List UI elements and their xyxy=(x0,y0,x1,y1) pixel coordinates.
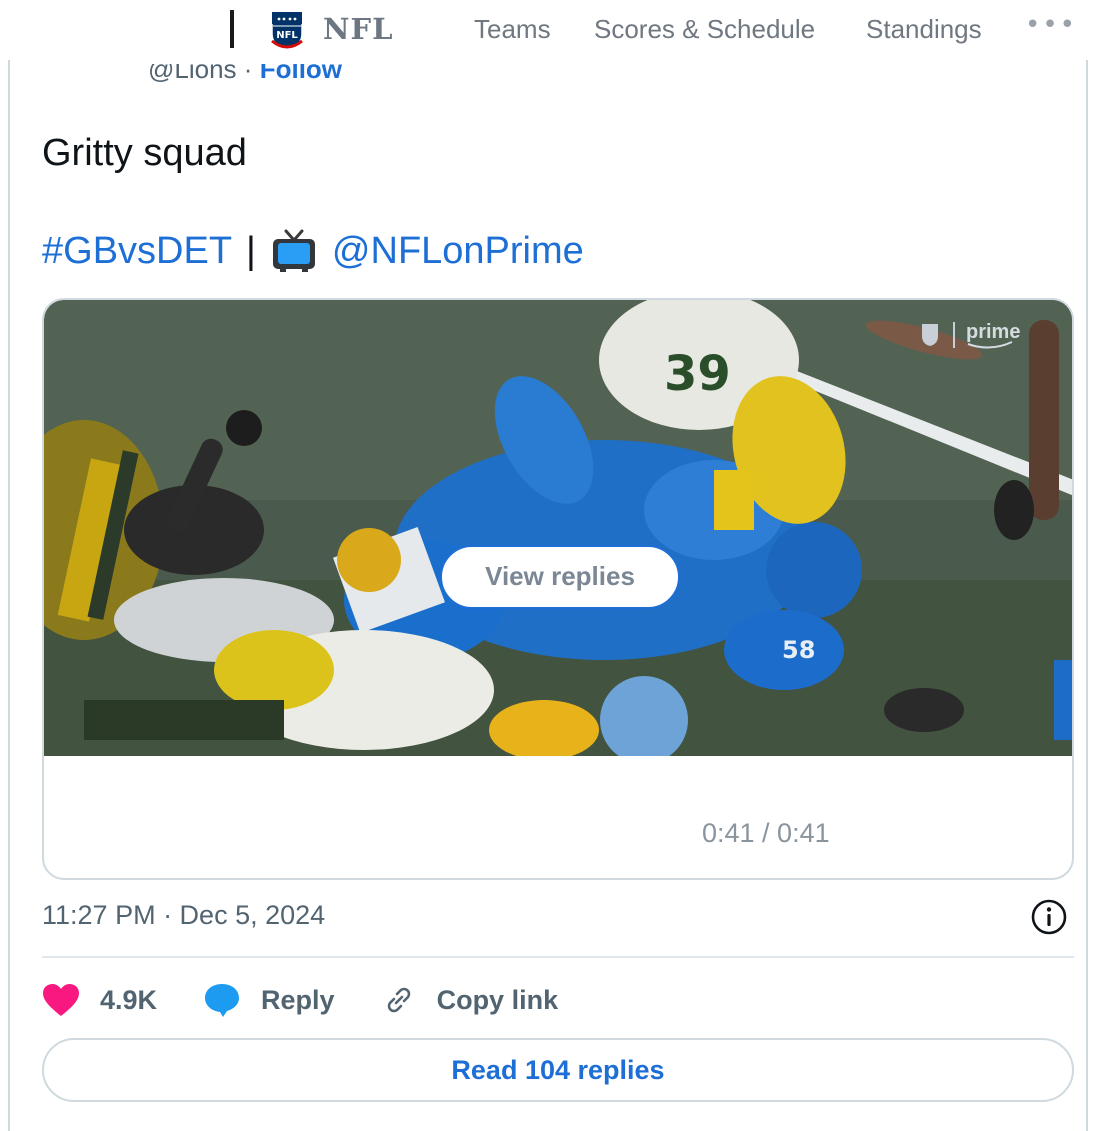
tweet-timestamp[interactable]: 11:27 PM · Dec 5, 2024 xyxy=(42,900,325,931)
link-icon xyxy=(387,987,410,1013)
reply-bubble-icon xyxy=(205,984,240,1017)
read-replies-button[interactable]: Read 104 replies xyxy=(42,1038,1074,1102)
jersey-number-39: 39 xyxy=(664,346,731,402)
pipe-separator: | xyxy=(246,229,256,272)
reply-label: Reply xyxy=(261,984,335,1015)
video-player[interactable]: 39 58 prime View replies xyxy=(44,300,1072,756)
handle-separator: · xyxy=(243,64,253,84)
video-duration: 0:41 / 0:41 xyxy=(702,818,830,848)
reply-button[interactable]: Reply xyxy=(203,982,335,1018)
divider xyxy=(42,956,1074,958)
jersey-number-58: 58 xyxy=(782,636,815,664)
like-count: 4.9K xyxy=(100,984,158,1015)
heart-icon xyxy=(43,984,79,1016)
tweet-hashtag-line: #GBvsDET | @NFLonPrime xyxy=(42,228,584,274)
like-button[interactable]: 4.9K xyxy=(42,983,157,1017)
nav-link-scores-schedule[interactable]: Scores & Schedule xyxy=(594,14,815,45)
view-replies-button[interactable]: View replies xyxy=(440,545,680,609)
media-container: 39 58 prime View replies 0:41 / 0:41 xyxy=(42,298,1074,880)
ellipsis-icon[interactable]: ••• xyxy=(1025,10,1077,40)
follow-link[interactable]: Follow xyxy=(260,64,342,84)
nfl-wordmark[interactable]: NFL xyxy=(323,12,394,46)
nfl-shield-icon[interactable]: NFL xyxy=(270,8,304,50)
copy-link-button[interactable]: Copy link xyxy=(381,982,559,1018)
hashtag-link[interactable]: #GBvsDET xyxy=(42,230,232,273)
television-emoji-icon xyxy=(272,229,315,272)
svg-text:NFL: NFL xyxy=(276,30,298,41)
tweet-text: Gritty squad xyxy=(42,132,247,174)
prime-logo-text: prime xyxy=(966,321,1020,343)
author-handle[interactable]: @Lions xyxy=(148,64,237,84)
mention-link[interactable]: @NFLonPrime xyxy=(332,230,584,273)
nav-divider xyxy=(230,10,234,48)
nav-link-standings[interactable]: Standings xyxy=(866,14,982,45)
nav-link-teams[interactable]: Teams xyxy=(474,14,551,45)
copy-link-label: Copy link xyxy=(436,984,559,1015)
top-nav: NFL NFL Teams Scores & Schedule Standing… xyxy=(0,0,1098,60)
tweet-author-row: @Lions · Follow xyxy=(148,64,342,94)
tweet-actions: 4.9K Reply Copy link xyxy=(42,975,604,1025)
info-icon[interactable] xyxy=(1030,898,1068,936)
video-frame: 39 58 prime xyxy=(44,300,1072,756)
